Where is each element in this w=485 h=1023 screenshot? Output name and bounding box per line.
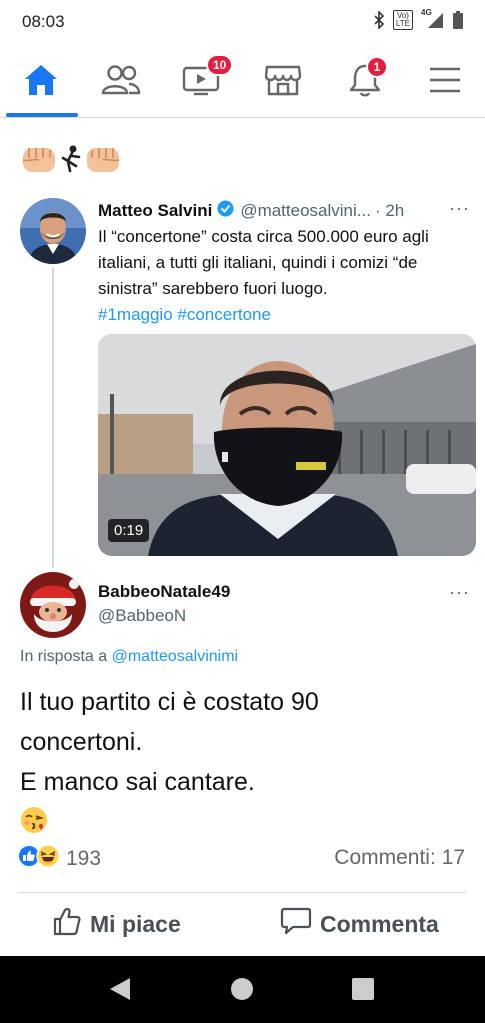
status-time: 08:03 — [22, 12, 65, 31]
post-emoji-line — [20, 142, 122, 181]
reply-author-name[interactable]: BabbeoNatale49 — [98, 582, 230, 602]
tweet-more-button[interactable]: ··· — [449, 198, 470, 219]
home-icon — [23, 63, 59, 97]
comment-bubble-icon — [280, 906, 312, 942]
nav-home[interactable] — [6, 44, 76, 116]
signal-icon: 4G — [421, 8, 445, 29]
actions-divider — [18, 892, 467, 893]
reactions-summary[interactable]: 193 — [18, 844, 101, 873]
tweet-text: Il “concertone” costa circa 500.000 euro… — [98, 227, 429, 298]
in-reply-to: In risposta a @matteosalvinimi — [20, 648, 238, 666]
facebook-post: Matteo Salvini @matteosalvini... · 2h ··… — [0, 118, 485, 956]
home-button-icon[interactable] — [230, 977, 254, 1006]
back-button-icon[interactable] — [108, 976, 132, 1007]
reactions-count: 193 — [66, 846, 102, 870]
facebook-nav-bar: 10 1 — [0, 44, 485, 118]
video-duration: 0:19 — [108, 519, 150, 542]
nav-friends[interactable] — [86, 44, 156, 116]
comment-button[interactable]: Commenta — [280, 906, 439, 942]
reply-author-handle[interactable]: @BabbeoN — [98, 606, 186, 626]
tweet-time: · 2h — [374, 201, 405, 220]
in-reply-mention[interactable]: @matteosalvinimi — [112, 648, 239, 665]
kiss-emoji-icon — [20, 802, 460, 842]
bluetooth-icon — [373, 11, 385, 29]
comments-count[interactable]: Commenti: 17 — [334, 846, 465, 870]
tweet-author-name[interactable]: Matteo Salvini — [98, 201, 212, 221]
reply-text: Il tuo partito ci è costato 90 concerton… — [20, 682, 460, 842]
active-tab-indicator — [6, 113, 78, 117]
tweet-author-handle[interactable]: @matteosalvini... — [240, 201, 371, 221]
battery-icon — [453, 11, 463, 29]
marketplace-icon — [264, 63, 302, 97]
status-bar: 08:03 Vo) LTE 4G — [0, 0, 485, 44]
thumbs-up-icon — [52, 906, 82, 942]
like-button[interactable]: Mi piace — [52, 906, 181, 942]
friends-icon — [101, 64, 141, 96]
reply-author-avatar[interactable] — [20, 572, 86, 638]
video-thumbnail — [98, 334, 476, 556]
nav-watch[interactable]: 10 — [166, 44, 236, 116]
recents-button-icon[interactable] — [352, 978, 374, 1005]
tweet-header: Matteo Salvini @matteosalvini... · 2h — [98, 200, 404, 222]
volte-icon: Vo) LTE — [392, 10, 413, 30]
tweet-author-avatar[interactable] — [20, 198, 86, 264]
kick-emoji-icon — [60, 144, 82, 179]
watch-badge: 10 — [206, 54, 234, 76]
fist-emoji-icon — [20, 142, 58, 181]
tweet-video[interactable]: 0:19 — [98, 334, 476, 556]
android-navigation-bar — [0, 956, 485, 1023]
status-icons: Vo) LTE 4G — [373, 8, 463, 30]
tweet-hashtags[interactable]: #1maggio #concertone — [98, 305, 271, 324]
nav-menu[interactable] — [410, 44, 480, 116]
hamburger-menu-icon — [428, 66, 462, 94]
like-label: Mi piace — [90, 910, 181, 937]
nav-marketplace[interactable] — [248, 44, 318, 116]
reply-line: E manco sai cantare. — [20, 768, 255, 796]
reply-line: Il tuo partito ci è costato 90 — [20, 688, 319, 716]
in-reply-label: In risposta a — [20, 648, 108, 665]
reply-more-button[interactable]: ··· — [449, 582, 470, 603]
thread-line — [52, 268, 54, 568]
tweet-body: Il “concertone” costa circa 500.000 euro… — [98, 224, 468, 328]
reply-line: concertoni. — [20, 728, 143, 756]
verified-badge-icon — [217, 200, 234, 222]
fist-emoji-icon — [84, 142, 122, 181]
comment-label: Commenta — [320, 910, 439, 937]
nav-notifications[interactable]: 1 — [330, 44, 400, 116]
volte-bottom: LTE — [395, 19, 410, 28]
haha-reaction-icon — [36, 844, 60, 873]
notifications-badge: 1 — [366, 56, 388, 78]
